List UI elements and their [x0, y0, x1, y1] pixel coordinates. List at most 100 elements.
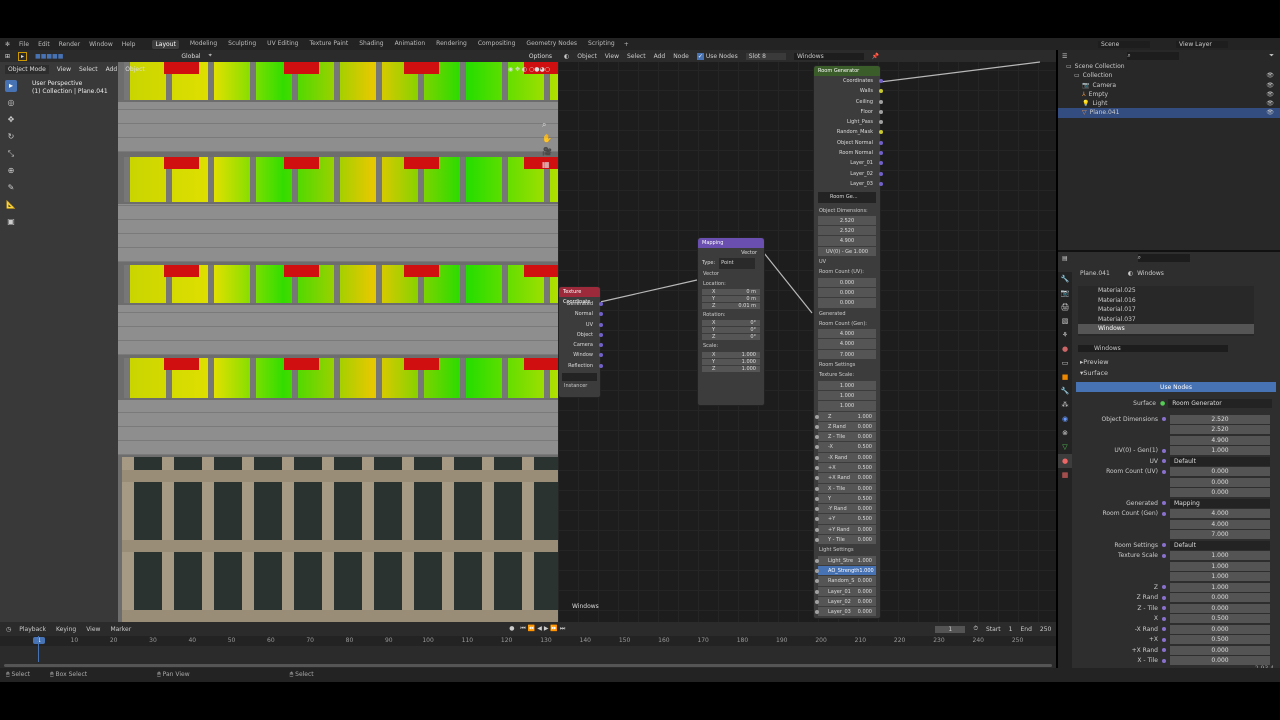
viewport-menu-select[interactable]: Select	[79, 66, 98, 73]
texture-coordinate-node[interactable]: Texture Coordinate Generated Normal UV Obje…	[558, 286, 603, 398]
property-value[interactable]: 0.000	[1170, 645, 1270, 655]
vector-field[interactable]: Z 0°	[702, 334, 760, 342]
visibility-icon[interactable]: 👁	[1266, 99, 1274, 108]
visibility-icon[interactable]: 👁	[1266, 81, 1274, 90]
socket-icon[interactable]	[1162, 606, 1166, 610]
tab-compositing[interactable]: Compositing	[478, 40, 516, 49]
property-value[interactable]: 0.000	[1170, 467, 1270, 476]
type-dropdown[interactable]: Point	[719, 258, 756, 269]
tab-geometry-nodes[interactable]: Geometry Nodes	[526, 40, 577, 49]
mapping-node[interactable]: Mapping Vector Type: Point Vector Locatio…	[697, 237, 765, 406]
end-field[interactable]: 250	[1040, 626, 1051, 633]
use-nodes-button[interactable]: Use Nodes	[1076, 382, 1276, 392]
outliner-item-scene-collection[interactable]: ▭ Scene Collection	[1058, 62, 1280, 71]
socket-icon[interactable]	[815, 517, 819, 522]
timeline[interactable]: ◷ Playback Keying View Marker ● ⏮⏪◀▶⏩⏭ 1 ⏱ …	[0, 622, 1056, 668]
output-camera[interactable]: Camera	[559, 340, 603, 350]
search-field[interactable]: ⌕	[1137, 254, 1190, 262]
output-layer-02[interactable]: Layer_02	[814, 169, 883, 179]
output-layer-03[interactable]: Layer_03	[814, 179, 883, 189]
socket-icon[interactable]	[1162, 543, 1166, 547]
modifier-tab-icon[interactable]: 🔧	[1058, 384, 1072, 398]
param-field[interactable]: +Y Rand 0.000	[815, 524, 876, 536]
viewport-menu-view[interactable]: View	[57, 66, 71, 73]
param-field[interactable]: Z 1.000	[815, 411, 876, 422]
property-value[interactable]: 4.000	[1170, 509, 1270, 518]
vector-field[interactable]: Z 0.01 m	[702, 303, 760, 311]
tool-tab-icon[interactable]: 🔧	[1058, 272, 1072, 286]
display-mode-icon[interactable]: ☰	[1062, 53, 1067, 60]
output-window[interactable]: Window	[559, 350, 603, 360]
property-value[interactable]: 1.000	[1170, 572, 1270, 581]
pan-icon[interactable]: ✋	[542, 134, 552, 143]
socket-icon[interactable]	[815, 507, 819, 512]
transform-tool-icon[interactable]: ⊕	[5, 165, 17, 177]
property-value[interactable]: 2.520	[1170, 414, 1270, 424]
property-value[interactable]: 1.000	[1170, 551, 1270, 560]
input-vector[interactable]: Vector	[698, 269, 764, 279]
options-dropdown[interactable]: Options	[529, 53, 552, 60]
output-floor[interactable]: Floor	[814, 107, 883, 117]
output-generated[interactable]: Generated	[559, 299, 603, 309]
socket-icon[interactable]	[815, 414, 819, 419]
tab-shading[interactable]: Shading	[359, 40, 383, 49]
vector-field[interactable]: Y 0°	[702, 327, 760, 335]
socket-icon[interactable]	[815, 496, 819, 501]
socket-icon[interactable]	[815, 424, 819, 429]
editor-type-icon[interactable]: ⊞	[5, 53, 10, 60]
socket-icon[interactable]	[599, 363, 603, 368]
room-count-uv-field[interactable]: 0.000	[818, 287, 876, 299]
socket-icon[interactable]	[879, 109, 883, 114]
material-slot[interactable]: Material.037	[1078, 315, 1254, 325]
grid-icon[interactable]: ▦	[542, 160, 552, 169]
shader-node-editor[interactable]: ◐ Object View Select Add Node ✓ Use Nodes S…	[558, 50, 1056, 622]
socket-icon[interactable]	[879, 79, 883, 83]
room-count-uv-field[interactable]: 0.000	[818, 277, 876, 288]
property-value[interactable]: 0.500	[1170, 614, 1270, 623]
material-slot[interactable]: Material.016	[1078, 296, 1254, 306]
physics-tab-icon[interactable]: ◉	[1058, 412, 1072, 426]
socket-icon[interactable]	[815, 435, 819, 440]
orientation-dropdown[interactable]: Global	[181, 53, 200, 60]
room-count-gen-field[interactable]: 4.000	[818, 329, 876, 340]
object-picker[interactable]	[562, 373, 597, 382]
socket-icon[interactable]	[1162, 595, 1166, 600]
constraints-tab-icon[interactable]: ⊗	[1058, 426, 1072, 440]
socket-icon[interactable]	[1162, 637, 1166, 642]
socket-icon[interactable]	[815, 589, 819, 594]
room-count-uv-field[interactable]: 0.000	[818, 298, 876, 309]
param-field[interactable]: X - Tile 0.000	[815, 483, 876, 494]
socket-icon[interactable]	[815, 476, 819, 481]
vector-field[interactable]: Y 1.000	[702, 358, 760, 366]
output-light-pass[interactable]: Light_Pass	[814, 117, 883, 127]
socket-icon[interactable]	[1162, 469, 1166, 474]
param-field[interactable]: +X 0.500	[815, 462, 876, 474]
timeline-scrollbar[interactable]	[4, 664, 1052, 667]
select-tool-icon[interactable]: ▸	[5, 80, 17, 92]
light-field[interactable]: Layer_03 0.000	[815, 607, 876, 618]
socket-icon[interactable]	[815, 579, 819, 584]
mode-dropdown[interactable]: Object Mode	[5, 64, 49, 74]
surface-shader-field[interactable]: Room Generator	[1168, 398, 1273, 408]
property-value[interactable]: 0.000	[1170, 477, 1270, 487]
room-generator-node[interactable]: Room Generator Coordinates Walls Ceiling Fl…	[813, 65, 883, 619]
annotate-tool-icon[interactable]: ✎	[5, 182, 17, 194]
vector-field[interactable]: Y 0 m	[702, 296, 760, 304]
socket-icon[interactable]	[599, 322, 603, 327]
socket-icon[interactable]	[815, 455, 819, 460]
visibility-icon[interactable]: 👁	[1266, 90, 1274, 99]
property-value[interactable]: 4.900	[1170, 435, 1270, 445]
texture-scale-field[interactable]: 1.000	[818, 380, 876, 391]
preview-panel[interactable]: ▸ Preview	[1072, 357, 1280, 367]
move-tool-icon[interactable]: ✥	[5, 114, 17, 126]
render-tab-icon[interactable]: 📷	[1058, 286, 1072, 300]
timeline-menu-playback[interactable]: Playback	[19, 626, 46, 633]
rotate-tool-icon[interactable]: ↻	[5, 131, 17, 143]
tab-scripting[interactable]: Scripting	[588, 40, 615, 49]
tab-layout[interactable]: Layout	[152, 39, 179, 49]
vector-field[interactable]: X 0 m	[702, 289, 760, 297]
param-field[interactable]: +Y 0.500	[815, 514, 876, 525]
property-value[interactable]: 0.000	[1170, 488, 1270, 497]
blender-logo-icon[interactable]: ✻	[5, 41, 10, 48]
outliner-item-empty[interactable]: ⅄ Empty 👁	[1058, 90, 1280, 99]
